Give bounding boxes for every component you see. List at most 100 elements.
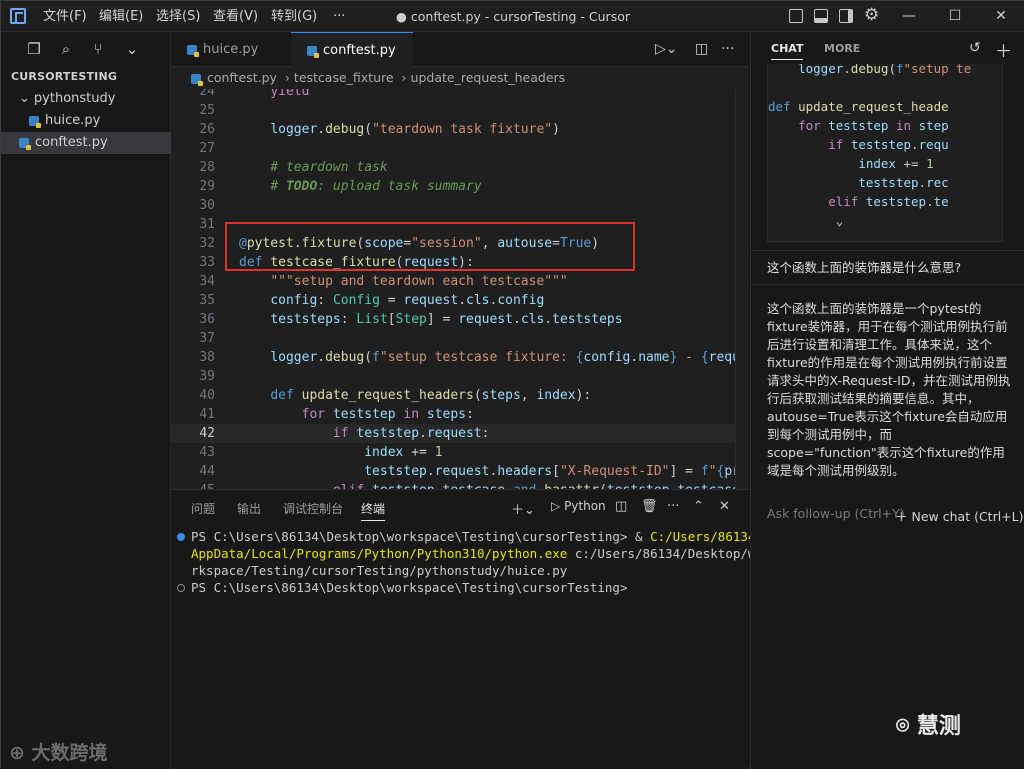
code-line[interactable]: 31 [171,215,749,234]
code-line[interactable]: 27 [171,139,749,158]
menu-selection[interactable]: 选择(S) [156,1,200,32]
line-number: 27 [199,141,215,156]
breadcrumb-file[interactable]: conftest.py [207,70,277,85]
toggle-secondary-sidebar-icon[interactable] [839,9,853,23]
terminal-shell-label: Python [564,499,606,513]
menu-edit[interactable]: 编辑(E) [99,1,143,32]
terminal-shell[interactable]: ▷ Python [551,499,606,513]
tree-file-huice[interactable]: huice.py [1,110,171,132]
editor-scrollbar[interactable] [735,89,749,489]
code-text: teststep.request.headers["X-Request-ID"]… [364,464,748,479]
python-file-icon [19,137,31,150]
code-text: for teststep in steps: [301,407,474,422]
menu-view[interactable]: 查看(V) [213,1,258,32]
menu-go[interactable]: 转到(G) [271,1,317,32]
close-panel-icon[interactable]: ✕ [719,499,730,514]
minimize-button[interactable]: — [887,1,931,32]
tab-huice[interactable]: huice.py [171,32,291,67]
code-line[interactable]: 36 teststeps: List[Step] = request.cls.t… [171,310,749,329]
code-line[interactable]: 43 index += 1 [171,443,749,462]
code-line[interactable]: 39 [171,367,749,386]
source-control-icon[interactable]: ⑂ [89,40,107,58]
code-line[interactable]: 44 teststep.request.headers["X-Request-I… [171,462,749,481]
code-editor[interactable]: 24 yield 25 26 logger.debug("teardown task… [171,89,749,489]
tab-more[interactable]: MORE [824,42,860,55]
toggle-primary-sidebar-icon[interactable] [789,9,803,23]
terminal-line: PS C:\Users\86134\Desktop\workspace\Test… [177,528,763,545]
history-icon[interactable]: ↺ [969,40,981,56]
add-icon[interactable]: ＋ [995,37,1012,62]
explorer-header: CURSORTESTING [11,70,118,83]
status-dot-icon [177,584,185,592]
chat-code-line: logger.debug(f"setup te [798,64,972,76]
code-text: teststeps: List[Step] = request.cls.test… [270,312,623,327]
code-text: logger.debug("teardown task fixture") [270,122,560,137]
status-dot-icon [177,567,185,575]
settings-gear-icon[interactable]: ⚙ [864,5,879,25]
explorer-files-icon[interactable]: ❐ [25,40,43,58]
maximize-panel-icon[interactable]: ⌃ [693,499,704,514]
search-icon[interactable]: ⌕ [57,40,75,58]
split-terminal-icon[interactable]: ◫ [615,499,627,514]
code-line[interactable]: 38 logger.debug(f"setup testcase fixture… [171,348,749,367]
breadcrumb-function[interactable]: testcase_fixture [294,70,394,85]
tab-debug-console[interactable]: 调试控制台 [283,500,343,517]
terminal-line: rkspace/Testing/cursorTesting/pythonstud… [177,562,737,579]
new-terminal-icon[interactable]: ＋⌄ [511,499,535,518]
breadcrumb-symbol[interactable]: update_request_headers [411,70,566,85]
code-line[interactable]: 34 """setup and teardown each testcase""… [171,272,749,291]
status-dot-icon [177,533,185,541]
code-line[interactable]: 32 @pytest.fixture(scope="session", autou… [171,234,749,253]
code-line[interactable]: 40 def update_request_headers(steps, ind… [171,386,749,405]
tab-problems[interactable]: 问题 [191,500,215,517]
tab-output[interactable]: 输出 [237,500,261,517]
tab-terminal[interactable]: 终端 [361,500,386,521]
code-line[interactable]: 33 def testcase_fixture(request): [171,253,749,272]
chevron-down-icon[interactable]: ⌄ [123,40,141,58]
close-window-button[interactable]: ✕ [979,1,1023,32]
code-text: config: Config = request.cls.config [270,293,545,308]
split-editor-icon[interactable]: ◫ [695,32,708,67]
window-title: ● conftest.py - cursorTesting - Cursor [396,9,630,24]
line-number: 34 [199,274,215,289]
menu-file[interactable]: 文件(F) [43,1,87,32]
terminal-shell-icon: ▷ [551,499,561,513]
new-chat-label: New chat (Ctrl+L) [911,509,1024,524]
code-line[interactable]: 45 elif teststep.testcase and hasattr(te… [171,481,749,489]
code-line[interactable]: 25 [171,101,749,120]
tree-folder-pythonstudy[interactable]: ⌄ pythonstudy [1,88,171,110]
new-chat-button[interactable]: ＋ New chat (Ctrl+L) [895,506,1024,525]
code-line[interactable]: 37 [171,329,749,348]
code-line[interactable]: 41 for teststep in steps: [171,405,749,424]
terminal-output[interactable]: PS C:\Users\86134\Desktop\workspace\Test… [177,528,763,596]
run-python-icon[interactable]: ▷⌄ [655,32,678,67]
code-line[interactable]: 26 logger.debug("teardown task fixture") [171,120,749,139]
chat-code-line: teststep.rec [858,175,949,190]
code-line[interactable]: 28 # teardown task [171,158,749,177]
menu-more[interactable]: ··· [333,1,345,32]
code-line[interactable]: 35 config: Config = request.cls.config [171,291,749,310]
tree-file-conftest[interactable]: conftest.py [1,132,171,154]
chat-code-line: for teststep in step [798,118,949,133]
trash-icon[interactable]: 🗑 [641,499,658,514]
app-window: 文件(F) 编辑(E) 选择(S) 查看(V) 转到(G) ··· ● conf… [0,0,1024,769]
tab-conftest[interactable]: conftest.py ● [291,32,413,93]
code-line[interactable]: 42 if teststep.request: [171,424,749,443]
wechat-icon: ⌾ [896,714,910,739]
line-number: 36 [199,312,215,327]
code-line[interactable]: 30 [171,196,749,215]
code-line[interactable]: 29 # TODO: upload task summary [171,177,749,196]
line-number: 43 [199,445,215,460]
chat-code-line: if teststep.requ [828,137,949,152]
maximize-button[interactable]: ☐ [933,1,977,32]
code-line[interactable]: 24 yield [171,89,749,101]
more-actions-icon[interactable]: ··· [667,499,679,514]
tab-chat[interactable]: CHAT [771,42,804,60]
chat-panel: CHAT MORE ↺ ＋ logger.debug(f"setup te def… [750,32,1024,769]
breadcrumb: conftest.py › testcase_fixture › update_re… [171,67,749,89]
followup-input[interactable]: Ask follow-up (Ctrl+Y) [767,506,905,521]
toggle-panel-icon[interactable] [814,9,828,23]
more-actions-icon[interactable]: ··· [721,32,734,67]
line-number: 41 [199,407,215,422]
chat-code-block: logger.debug(f"setup te def update_reques… [767,64,1003,242]
